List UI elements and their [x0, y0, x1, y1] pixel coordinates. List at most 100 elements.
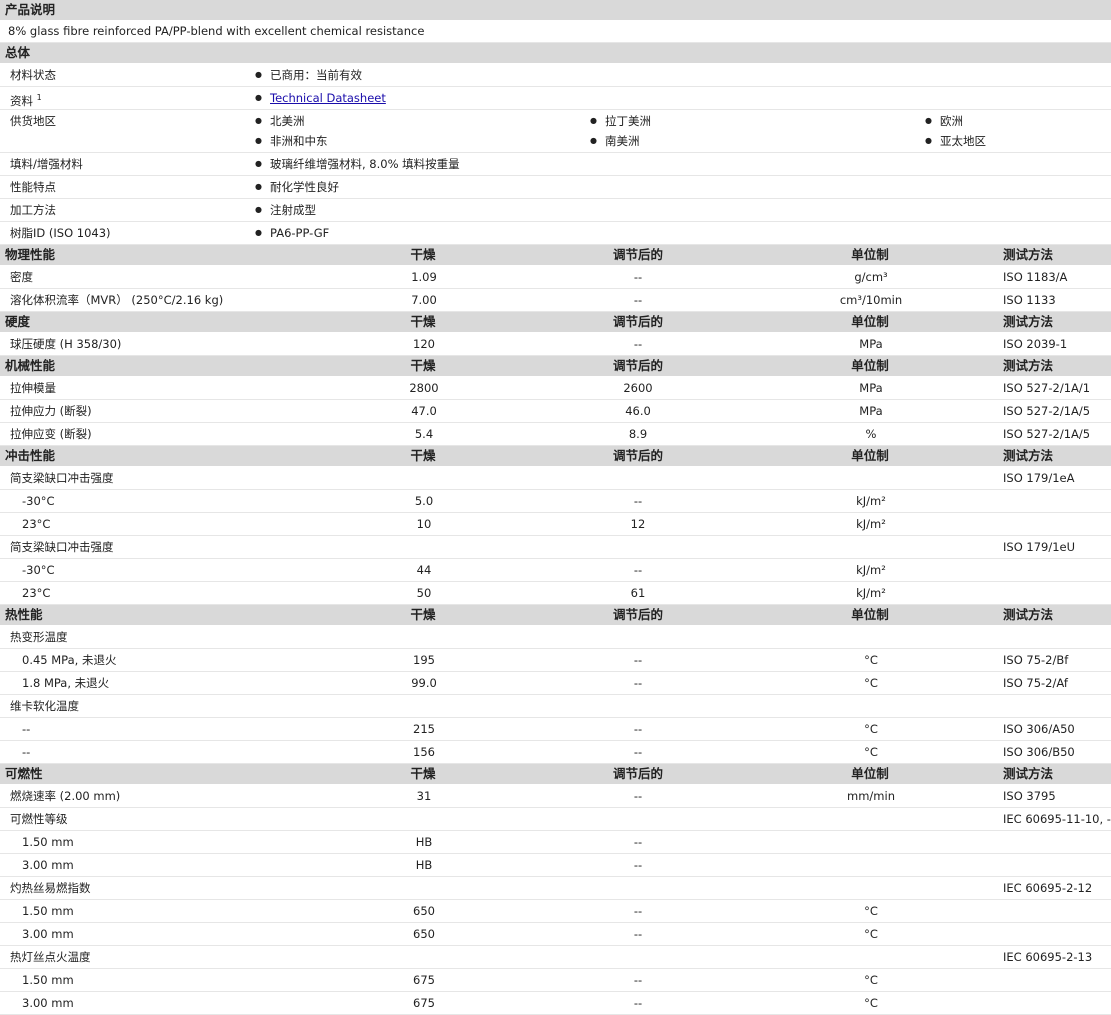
value-unit: kJ/m² — [856, 494, 886, 508]
col-header-test-method: 测试方法 — [1003, 247, 1054, 262]
material-status-row: 材料状态 已商用：当前有效 — [0, 64, 1111, 87]
value-test-method: ISO 2039-1 — [1003, 337, 1068, 351]
property-row: -30°C 5.0 -- kJ/m² — [0, 490, 1111, 513]
value-dry: 47.0 — [411, 404, 437, 418]
material-status-value: 已商用：当前有效 — [255, 64, 362, 86]
value-test-method: ISO 306/B50 — [1003, 745, 1075, 759]
property-name: 3.00 mm — [22, 858, 74, 872]
section-header: 硬度 干燥 调节后的 单位制 测试方法 — [0, 312, 1111, 333]
region-item: 欧洲 — [925, 110, 963, 132]
value-unit: °C — [864, 745, 878, 759]
col-header-test-method: 测试方法 — [1003, 607, 1054, 622]
value-conditioned: -- — [633, 996, 643, 1010]
datasheet-page: 产品说明 8% glass fibre reinforced PA/PP-ble… — [0, 0, 1111, 1015]
property-name: 维卡软化温度 — [10, 699, 79, 713]
value-conditioned: -- — [633, 563, 643, 577]
col-header-conditioned: 调节后的 — [612, 247, 664, 262]
property-name: 燃烧速率 (2.00 mm) — [10, 789, 121, 803]
region-item: 南美洲 — [590, 130, 639, 152]
value-unit: MPa — [859, 337, 883, 351]
value-conditioned: -- — [633, 904, 643, 918]
filler-row: 填料/增强材料 玻璃纤维增强材料, 8.0% 填料按重量 — [0, 153, 1111, 176]
property-row: 1.50 mm 675 -- °C — [0, 969, 1111, 992]
col-header-unit: 单位制 — [851, 448, 889, 463]
value-conditioned: -- — [633, 973, 643, 987]
processing-label: 加工方法 — [10, 203, 56, 217]
value-conditioned: 8.9 — [628, 427, 648, 441]
resin-id-row: 树脂ID (ISO 1043) PA6-PP-GF — [0, 222, 1111, 245]
property-row: 0.45 MPa, 未退火 195 -- °C ISO 75-2/Bf — [0, 649, 1111, 672]
section-header: 机械性能 干燥 调节后的 单位制 测试方法 — [0, 356, 1111, 377]
value-unit: mm/min — [847, 789, 895, 803]
col-header-dry: 干燥 — [410, 766, 436, 781]
value-conditioned: -- — [633, 927, 643, 941]
processing-row: 加工方法 注射成型 — [0, 199, 1111, 222]
property-name: 可燃性等级 — [10, 812, 68, 826]
col-header-test-method: 测试方法 — [1003, 358, 1054, 373]
value-conditioned: -- — [633, 676, 643, 690]
section-title: 物理性能 — [5, 247, 56, 262]
filler-label: 填料/增强材料 — [10, 157, 83, 171]
property-row: 拉伸模量 2800 2600 MPa ISO 527-2/1A/1 — [0, 377, 1111, 400]
property-name: 1.50 mm — [22, 973, 74, 987]
value-unit: MPa — [859, 381, 883, 395]
col-header-unit: 单位制 — [851, 247, 889, 262]
property-name: -- — [22, 745, 31, 759]
value-unit: °C — [864, 973, 878, 987]
property-name: 灼热丝易燃指数 — [10, 881, 91, 895]
filler-value: 玻璃纤维增强材料, 8.0% 填料按重量 — [255, 153, 460, 175]
value-unit: kJ/m² — [856, 586, 886, 600]
value-unit: % — [865, 427, 877, 441]
value-dry: 1.09 — [411, 270, 437, 284]
value-conditioned: -- — [633, 789, 643, 803]
value-conditioned: -- — [633, 494, 643, 508]
value-conditioned: 46.0 — [625, 404, 651, 418]
value-conditioned: -- — [633, 337, 643, 351]
property-row: 3.00 mm 675 -- °C — [0, 992, 1111, 1015]
property-row: 简支梁缺口冲击强度 ISO 179/1eU — [0, 536, 1111, 559]
property-name: -30°C — [22, 494, 55, 508]
property-name: 1.50 mm — [22, 835, 74, 849]
technical-datasheet-link[interactable]: Technical Datasheet — [270, 91, 386, 105]
value-test-method: ISO 527-2/1A/5 — [1003, 427, 1091, 441]
region-item: 北美洲 — [255, 110, 304, 132]
value-test-method: ISO 179/1eU — [1003, 540, 1076, 554]
docs-bullet: Technical Datasheet — [255, 87, 386, 109]
property-row: 燃烧速率 (2.00 mm) 31 -- mm/min ISO 3795 — [0, 785, 1111, 808]
value-conditioned: -- — [633, 745, 643, 759]
col-header-conditioned: 调节后的 — [612, 358, 664, 373]
property-row: 1.50 mm 650 -- °C — [0, 900, 1111, 923]
value-unit: °C — [864, 722, 878, 736]
value-test-method: ISO 306/A50 — [1003, 722, 1075, 736]
value-dry: 31 — [416, 789, 432, 803]
value-dry: 5.4 — [414, 427, 434, 441]
section-title: 机械性能 — [5, 358, 56, 373]
value-dry: 7.00 — [411, 293, 437, 307]
value-conditioned: -- — [633, 722, 643, 736]
value-test-method: IEC 60695-11-10, -2 — [1003, 812, 1111, 826]
value-conditioned: -- — [633, 653, 643, 667]
section-title: 热性能 — [5, 607, 43, 622]
value-dry: 50 — [416, 586, 432, 600]
value-conditioned: -- — [633, 270, 643, 284]
section-title: 硬度 — [5, 314, 31, 329]
value-conditioned: 12 — [630, 517, 646, 531]
value-dry: HB — [415, 835, 433, 849]
value-test-method: ISO 3795 — [1003, 789, 1056, 803]
general-heading: 总体 — [0, 43, 1111, 64]
value-unit: g/cm³ — [854, 270, 888, 284]
property-name: 溶化体积流率（MVR） (250°C/2.16 kg) — [10, 293, 224, 307]
features-label: 性能特点 — [10, 180, 56, 194]
col-header-unit: 单位制 — [851, 314, 889, 329]
property-row: 拉伸应变 (断裂) 5.4 8.9% ISO 527-2/1A/5 — [0, 423, 1111, 446]
value-dry: 195 — [413, 653, 435, 667]
col-header-dry: 干燥 — [410, 314, 436, 329]
value-test-method: ISO 75-2/Bf — [1003, 653, 1069, 667]
value-conditioned: 2600 — [623, 381, 653, 395]
col-header-conditioned: 调节后的 — [612, 314, 664, 329]
region-item: 拉丁美洲 — [590, 110, 651, 132]
value-conditioned: -- — [633, 835, 643, 849]
property-row: 拉伸应力 (断裂) 47.0 46.0 MPa ISO 527-2/1A/5 — [0, 400, 1111, 423]
docs-row: 资料 1 Technical Datasheet — [0, 87, 1111, 110]
property-row: 3.00 mm 650 -- °C — [0, 923, 1111, 946]
